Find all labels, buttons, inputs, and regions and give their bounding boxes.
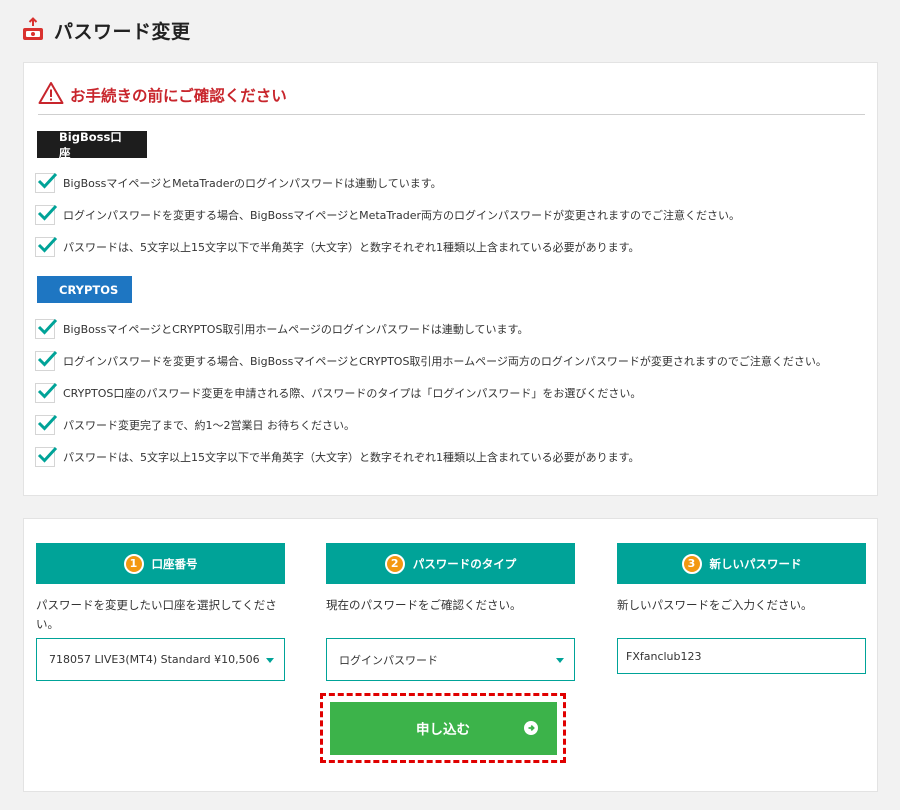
check-text: BigBossマイページとCRYPTOS取引用ホームページのログインパスワードは… [63, 323, 529, 336]
step-description: パスワードを変更したい口座を選択してください。 [36, 598, 277, 631]
check-text: ログインパスワードを変更する場合、BigBossマイページとMetaTrader… [63, 209, 741, 222]
checkbox-checked[interactable] [35, 414, 58, 435]
account-select[interactable]: 718057 LIVE3(MT4) Standard ¥10,506 [36, 638, 285, 681]
arrow-right-circle-icon [523, 720, 538, 735]
password-type-column: 2 パスワードのタイプ 現在のパスワードをご確認ください。 ログインパスワード [326, 543, 575, 681]
step-label: 口座番号 [151, 556, 198, 571]
check-item[interactable]: ログインパスワードを変更する場合、BigBossマイページとCRYPTOS取引用… [35, 345, 827, 377]
checkmark-icon [37, 414, 58, 431]
check-text: パスワードは、5文字以上15文字以下で半角英字（大文字）と数字それぞれ1種類以上… [63, 451, 640, 464]
step-number: 1 [123, 553, 144, 574]
checkmark-icon [37, 446, 58, 463]
checkbox-checked[interactable] [35, 204, 58, 225]
checkmark-icon [37, 318, 58, 335]
page-title: パスワード変更 [54, 20, 191, 43]
tag-bigboss: BigBoss口座 [37, 130, 147, 160]
checkbox-checked[interactable] [35, 446, 58, 467]
check-text: BigBossマイページとMetaTraderのログインパスワードは連動していま… [63, 177, 442, 190]
notice-title: お手続きの前にご確認ください [70, 87, 287, 105]
check-item[interactable]: パスワードは、5文字以上15文字以下で半角英字（大文字）と数字それぞれ1種類以上… [35, 231, 740, 263]
tag-cryptos: CRYPTOS [37, 276, 132, 303]
checkbox-checked[interactable] [35, 318, 58, 339]
new-password-column: 3 新しいパスワード 新しいパスワードをご入力ください。 FXfanclub12… [617, 543, 866, 674]
check-text: ログインパスワードを変更する場合、BigBossマイページとCRYPTOS取引用… [63, 355, 827, 368]
check-text: パスワード変更完了まで、約1～2営業日 お待ちください。 [63, 419, 356, 432]
step-description: 新しいパスワードをご入力ください。 [617, 598, 813, 612]
checkmark-icon [37, 204, 58, 221]
account-select-value: 718057 LIVE3(MT4) Standard ¥10,506 [49, 653, 260, 666]
step-label: パスワードのタイプ [412, 556, 517, 571]
cryptos-checklist: BigBossマイページとCRYPTOS取引用ホームページのログインパスワードは… [35, 313, 827, 473]
warning-icon [38, 82, 64, 104]
step-label: 新しいパスワード [709, 556, 802, 571]
submit-button[interactable]: 申し込む [329, 701, 557, 755]
checkmark-icon [37, 236, 58, 253]
step-number: 3 [681, 553, 702, 574]
check-item[interactable]: BigBossマイページとCRYPTOS取引用ホームページのログインパスワードは… [35, 313, 827, 345]
password-type-select[interactable]: ログインパスワード [326, 638, 575, 681]
checkmark-icon [37, 172, 58, 189]
checkbox-checked[interactable] [35, 350, 58, 371]
check-item[interactable]: ログインパスワードを変更する場合、BigBossマイページとMetaTrader… [35, 199, 740, 231]
account-column: 1 口座番号 パスワードを変更したい口座を選択してください。 718057 LI… [36, 543, 285, 681]
checkmark-icon [37, 350, 58, 367]
step-description: 現在のパスワードをご確認ください。 [326, 598, 522, 612]
check-text: CRYPTOS口座のパスワード変更を申請される際、パスワードのタイプは「ログイン… [63, 387, 642, 400]
new-password-input[interactable]: FXfanclub123 [617, 638, 866, 674]
new-password-value: FXfanclub123 [626, 649, 702, 663]
chevron-down-icon [556, 657, 564, 663]
submit-highlight-frame: 申し込む [320, 693, 566, 763]
check-item[interactable]: BigBossマイページとMetaTraderのログインパスワードは連動していま… [35, 167, 740, 199]
checkmark-icon [37, 382, 58, 399]
password-form: 1 口座番号 パスワードを変更したい口座を選択してください。 718057 LI… [23, 518, 878, 792]
check-text: パスワードは、5文字以上15文字以下で半角英字（大文字）と数字それぞれ1種類以上… [63, 241, 640, 254]
chevron-down-icon [266, 657, 274, 663]
check-item[interactable]: パスワードは、5文字以上15文字以下で半角英字（大文字）と数字それぞれ1種類以上… [35, 441, 827, 473]
bigboss-checklist: BigBossマイページとMetaTraderのログインパスワードは連動していま… [35, 167, 740, 263]
check-item[interactable]: CRYPTOS口座のパスワード変更を申請される際、パスワードのタイプは「ログイン… [35, 377, 827, 409]
step-header-account: 1 口座番号 [36, 543, 285, 584]
step-header-password-type: 2 パスワードのタイプ [326, 543, 575, 584]
checkbox-checked[interactable] [35, 382, 58, 403]
checkbox-checked[interactable] [35, 236, 58, 257]
step-header-new-password: 3 新しいパスワード [617, 543, 866, 584]
money-transfer-icon [23, 17, 43, 40]
check-item[interactable]: パスワード変更完了まで、約1～2営業日 お待ちください。 [35, 409, 827, 441]
notice-panel: お手続きの前にご確認ください BigBoss口座 BigBossマイページとMe… [23, 62, 878, 496]
password-type-value: ログインパスワード [339, 653, 438, 667]
page-header: パスワード変更 [20, 14, 191, 46]
submit-label: 申し込む [416, 722, 470, 738]
step-number: 2 [384, 553, 405, 574]
notice-heading: お手続きの前にご確認ください [38, 81, 865, 115]
checkbox-checked[interactable] [35, 172, 58, 193]
